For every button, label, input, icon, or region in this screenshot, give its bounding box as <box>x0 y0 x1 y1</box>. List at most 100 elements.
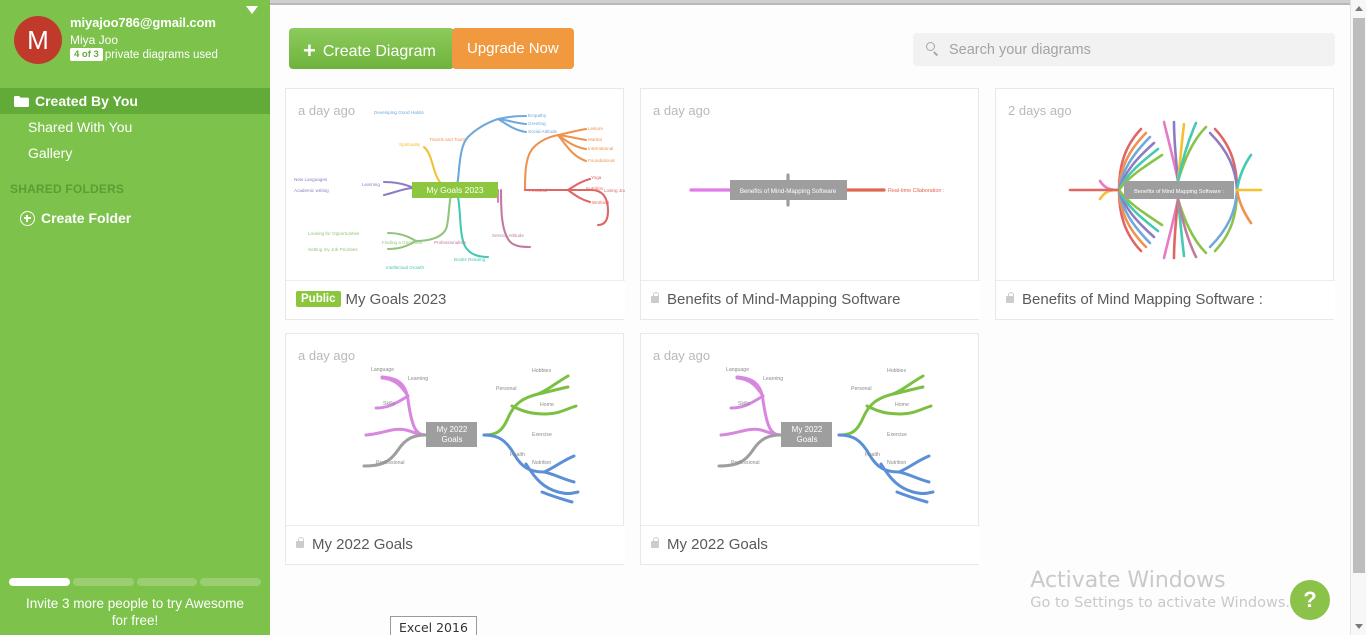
chevron-down-icon[interactable] <box>246 6 258 14</box>
svg-text:Social Attitude: Social Attitude <box>528 129 558 134</box>
usage-label: private diagrams used <box>104 49 218 61</box>
svg-text:Skills: Skills <box>383 401 396 407</box>
folder-icon <box>14 89 29 115</box>
card-title: Benefits of Mind Mapping Software : <box>1022 291 1263 308</box>
svg-text:Learning: Learning <box>362 182 380 187</box>
card-timestamp: a day ago <box>298 103 356 118</box>
svg-text:Spirituality: Spirituality <box>399 142 421 147</box>
shared-folders-header: SHARED FOLDERS <box>10 182 125 196</box>
svg-text:Benefits of Mind Mapping Softw: Benefits of Mind Mapping Software : <box>1134 189 1224 195</box>
card-timestamp: a day ago <box>653 348 711 363</box>
diagram-card[interactable]: Benefits of Mind Mapping Software : 2 da… <box>995 88 1335 320</box>
svg-text:Language: Language <box>726 367 749 373</box>
status-badge: Public <box>296 291 341 307</box>
plus-circle-icon <box>20 211 35 226</box>
svg-text:Learning: Learning <box>763 376 783 382</box>
svg-text:Exercise: Exercise <box>887 432 907 438</box>
sidebar-item-created-by-you[interactable]: Created By You <box>0 88 283 115</box>
svg-text:Personal: Personal <box>529 188 547 193</box>
svg-text:Health: Health <box>865 452 880 458</box>
card-timestamp: a day ago <box>298 348 356 363</box>
invite-progress-segment <box>72 578 134 586</box>
svg-text:International: International <box>588 146 613 151</box>
svg-text:Nutrition: Nutrition <box>586 186 604 191</box>
svg-text:Real-time Cllaboration :: Real-time Cllaboration : <box>888 188 944 194</box>
invite-progress-segment <box>200 578 261 586</box>
svg-text:Losing Journal: Losing Journal <box>604 188 625 193</box>
svg-text:Foundational: Foundational <box>588 158 615 163</box>
invite-panel: Invite 3 more people to try Awesome for … <box>0 578 270 629</box>
svg-text:Professionalism: Professionalism <box>434 240 467 245</box>
watermark-subtitle: Go to Settings to activate Windows. <box>1030 595 1290 611</box>
sidebar-item-label: Gallery <box>28 145 73 161</box>
vertical-scrollbar[interactable] <box>1350 0 1366 635</box>
svg-text:Finding a Good Job: Finding a Good Job <box>382 240 423 245</box>
create-diagram-label: Create Diagram <box>322 42 436 60</box>
svg-text:My 2022: My 2022 <box>792 425 823 434</box>
lock-icon <box>651 292 660 303</box>
card-timestamp: 2 days ago <box>1008 103 1072 118</box>
svg-text:Language: Language <box>371 367 394 373</box>
svg-text:Travels and Tours: Travels and Tours <box>429 137 466 142</box>
search-box[interactable] <box>913 33 1335 66</box>
svg-text:Workout: Workout <box>592 200 610 205</box>
svg-text:Intellectual Growth: Intellectual Growth <box>386 265 424 270</box>
svg-text:Nutrition: Nutrition <box>887 460 906 466</box>
svg-text:Academic writing: Academic writing <box>294 188 329 193</box>
help-button[interactable]: ? <box>1290 580 1330 620</box>
card-title: My 2022 Goals <box>312 536 413 553</box>
sidebar-item-label: Shared With You <box>28 119 133 135</box>
account-usage: 4 of 3 private diagrams used <box>70 48 218 62</box>
window-top-strip-highlight <box>270 0 1366 3</box>
svg-text:Developing Good Habits: Developing Good Habits <box>374 110 424 115</box>
taskbar-tooltip: Excel 2016 <box>390 616 477 635</box>
upgrade-now-button[interactable]: Upgrade Now <box>452 28 574 69</box>
card-footer: Public My Goals 2023 <box>286 280 625 319</box>
lock-icon <box>296 537 305 548</box>
svg-text:Goals: Goals <box>797 435 818 444</box>
sidebar-item-shared-with-you[interactable]: Shared With You <box>0 114 270 140</box>
svg-text:Books Reading: Books Reading <box>454 257 486 262</box>
svg-text:Service Attitude: Service Attitude <box>492 233 524 238</box>
svg-text:Leisure: Leisure <box>588 126 604 131</box>
sidebar-item-gallery[interactable]: Gallery <box>0 140 270 166</box>
plus-icon: + <box>303 37 316 63</box>
svg-text:Marital: Marital <box>588 137 602 142</box>
svg-text:My 2022: My 2022 <box>437 425 468 434</box>
main-content: + Create Diagram Upgrade Now Search your… <box>270 5 1350 635</box>
svg-text:Yoga: Yoga <box>591 175 602 180</box>
scroll-down-arrow-icon[interactable] <box>1351 618 1366 635</box>
svg-text:Hobbies: Hobbies <box>887 368 906 374</box>
diagram-card[interactable]: Benefits of Mind-Mapping Software Real-t… <box>640 88 980 320</box>
card-title: Benefits of Mind-Mapping Software <box>667 291 901 308</box>
svg-text:Learning: Learning <box>408 376 428 382</box>
lock-icon <box>1006 292 1015 303</box>
svg-text:Exercise: Exercise <box>532 432 552 438</box>
diagram-card[interactable]: Language Learning Skills Professional Pe… <box>640 333 980 565</box>
sidebar: M miyajoo786@gmail.com Miya Joo 4 of 3 pr… <box>0 0 283 635</box>
svg-text:Personal: Personal <box>496 386 516 392</box>
lock-icon <box>651 537 660 548</box>
avatar: M <box>14 16 62 64</box>
invite-progress-bar <box>9 578 261 586</box>
svg-text:Professional: Professional <box>376 460 405 466</box>
search-input[interactable] <box>949 33 1329 66</box>
create-diagram-button[interactable]: + Create Diagram <box>289 28 454 69</box>
activate-windows-watermark: Activate Windows Go to Settings to activ… <box>1030 568 1290 611</box>
scrollbar-thumb[interactable] <box>1353 18 1365 573</box>
account-panel[interactable]: M miyajoo786@gmail.com Miya Joo 4 of 3 pr… <box>0 0 270 80</box>
svg-text:Health: Health <box>510 452 525 458</box>
diagram-card[interactable]: Developing Good Habits Empathy Greeting … <box>285 88 625 320</box>
usage-count-pill: 4 of 3 <box>70 48 103 61</box>
svg-text:Personal: Personal <box>851 386 871 392</box>
svg-text:Looking for Opportunities: Looking for Opportunities <box>308 231 360 236</box>
diagram-card[interactable]: Language Learning Skills Professional Pe… <box>285 333 625 565</box>
svg-text:Benefits of Mind-Mapping Softw: Benefits of Mind-Mapping Software <box>740 188 837 195</box>
invite-progress-segment <box>9 578 70 586</box>
watermark-title: Activate Windows <box>1030 568 1226 593</box>
toolbar: + Create Diagram Upgrade Now <box>270 5 1350 85</box>
create-folder-button[interactable]: Create Folder <box>0 208 270 226</box>
card-timestamp: a day ago <box>653 103 711 118</box>
svg-text:Hobbies: Hobbies <box>532 368 551 374</box>
scroll-up-arrow-icon[interactable] <box>1351 0 1366 17</box>
